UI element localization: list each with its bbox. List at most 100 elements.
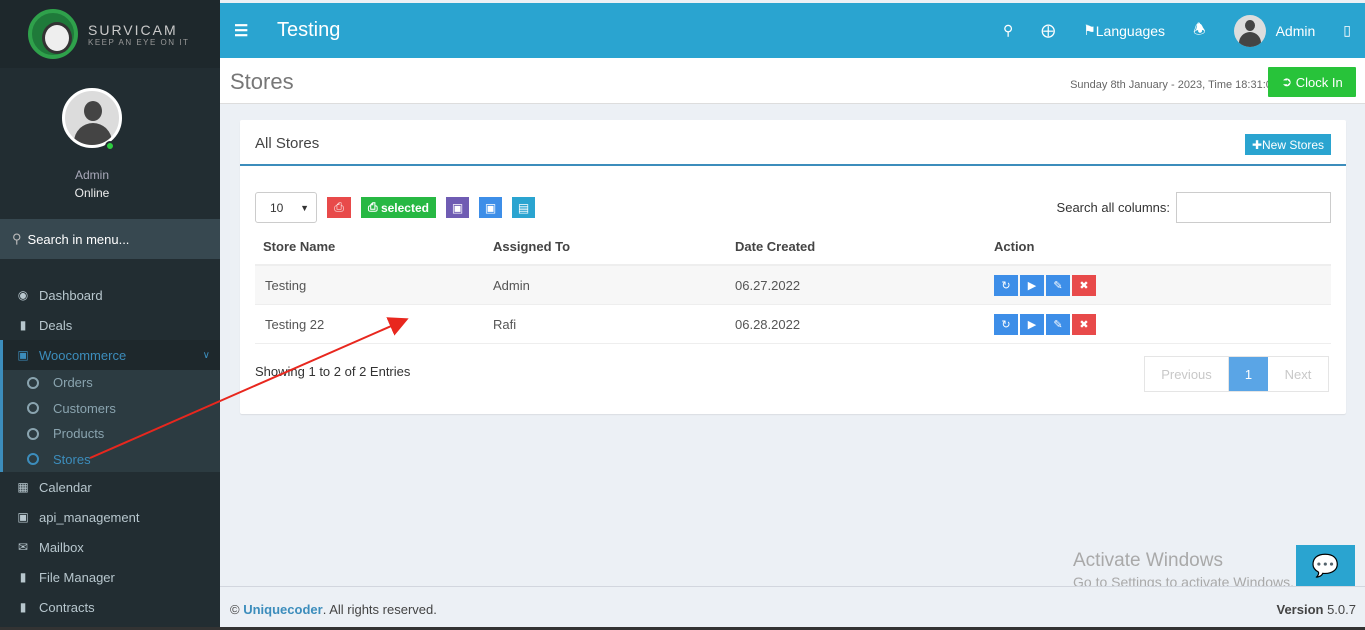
row-actions: ↻ ▶ ✎ ✖: [994, 274, 1331, 296]
trash-icon[interactable]: ✖: [1072, 274, 1096, 296]
edit-icon[interactable]: ✎: [1046, 274, 1070, 296]
print-icon: ⎙: [334, 200, 344, 214]
box-title: All Stores: [255, 135, 320, 152]
sidebar-subitem-orders[interactable]: Orders: [3, 370, 220, 396]
cell-date-created: 06.27.2022: [735, 277, 801, 293]
refresh-icon[interactable]: ↻: [994, 313, 1018, 335]
file-icon: ▮: [19, 570, 27, 584]
app-title: Testing: [277, 19, 341, 41]
stores-box: All Stores ✚ New Stores 10 ▼ ⎙ ⎙ selecte…: [240, 120, 1346, 414]
footer: © Uniquecoder. All rights reserved. Vers…: [220, 586, 1365, 630]
datetime-display: Sunday 8th January - 2023, Time 18:31:07: [1070, 79, 1278, 91]
new-stores-button[interactable]: ✚ New Stores: [1245, 134, 1331, 155]
sidebar-nav: ◉ Dashboard ▮ Deals ▣ Woocommerce ∨ Orde…: [0, 280, 220, 622]
sidebar-item-file-manager[interactable]: ▮ File Manager: [0, 562, 220, 592]
sign-in-icon: ➲: [1281, 74, 1296, 89]
search-icon[interactable]: ⚲: [1003, 22, 1013, 39]
copyright-symbol: ©: [230, 602, 240, 617]
chat-button[interactable]: 💬: [1296, 545, 1355, 586]
excel-file-icon: ▣: [451, 200, 464, 215]
languages-menu[interactable]: ⚑ Languages: [1083, 22, 1165, 39]
chat-icon: 💬: [1311, 552, 1340, 578]
sidebar-subitem-stores[interactable]: Stores: [3, 447, 220, 473]
edit-icon[interactable]: ✎: [1046, 313, 1070, 335]
circle-icon: [27, 453, 39, 466]
print-selected-button[interactable]: ⎙ selected: [361, 197, 436, 218]
search-all-columns-input[interactable]: [1176, 192, 1331, 223]
cell-store-name: Testing 22: [265, 316, 325, 332]
menu-search-input[interactable]: ⚲ Search in menu...: [0, 219, 220, 259]
circle-icon: [27, 427, 39, 440]
search-all-columns-label: Search all columns:: [1056, 200, 1170, 215]
table-row[interactable]: Testing Admin 06.27.2022 ↻ ▶ ✎ ✖: [255, 266, 1331, 305]
column-header-store-name[interactable]: Store Name: [255, 239, 493, 254]
play-icon[interactable]: ▶: [1020, 313, 1044, 335]
chevron-down-icon: ∨: [202, 349, 210, 361]
search-all-columns: Search all columns:: [1057, 192, 1331, 223]
table-toolbar: 10 ▼ ⎙ ⎙ selected ▣ ▣ ▤: [255, 192, 535, 223]
version-number: 5.0.7: [1327, 602, 1356, 617]
page-title: Stores: [230, 69, 294, 94]
windows-activation-watermark: Activate Windows Go to Settings to activ…: [1073, 550, 1294, 590]
cell-date-created: 06.28.2022: [735, 316, 801, 332]
play-icon[interactable]: ▶: [1020, 274, 1044, 296]
user-menu[interactable]: Admin: [1233, 14, 1315, 47]
print-button[interactable]: ⎙: [327, 197, 351, 218]
logo-tagline: KEEP AN EYE ON IT: [88, 37, 190, 47]
plus-circle-icon[interactable]: ⨁: [1041, 22, 1055, 39]
sidebar-subitem-products[interactable]: Products: [3, 421, 220, 447]
pagination: Previous 1 Next: [1144, 356, 1329, 392]
column-header-assigned-to[interactable]: Assigned To: [493, 239, 735, 254]
chevron-down-icon: ▼: [300, 202, 309, 213]
sidebar-item-calendar[interactable]: ▦ Calendar: [0, 472, 220, 502]
page-length-select[interactable]: 10 ▼: [255, 192, 317, 223]
column-header-action: Action: [994, 238, 1035, 254]
pagination-page[interactable]: 1: [1229, 357, 1268, 391]
menu-toggle-icon[interactable]: ☰: [234, 21, 248, 41]
menu-search-placeholder: Search in menu...: [27, 231, 130, 247]
trash-icon[interactable]: ✖: [1072, 313, 1096, 335]
circle-icon: [27, 376, 39, 389]
cell-store-name: Testing: [265, 277, 307, 293]
column-header-date-created[interactable]: Date Created: [735, 239, 994, 254]
avatar: [1233, 14, 1266, 47]
print-icon: ⎙: [368, 200, 381, 214]
search-icon: ⚲: [12, 231, 22, 246]
sidebar-item-contracts[interactable]: ▮ Contracts: [0, 592, 220, 622]
company-link[interactable]: Uniquecoder: [243, 602, 322, 617]
sidebar-toggle-icon[interactable]: ▯: [1343, 22, 1351, 39]
sidebar-item-mailbox[interactable]: ✉ Mailbox: [0, 532, 220, 562]
cell-assigned-to: Admin: [493, 277, 530, 293]
sidebar-item-dashboard[interactable]: ◉ Dashboard: [0, 280, 220, 310]
export-pdf-button[interactable]: ▤: [512, 197, 535, 218]
rights-text: . All rights reserved.: [322, 602, 437, 617]
plus-icon: ✚: [1251, 137, 1263, 152]
calendar-icon: ▦: [17, 480, 29, 494]
dashboard-icon: ◉: [17, 288, 29, 302]
sidebar-item-woocommerce[interactable]: ▣ Woocommerce ∨: [0, 340, 220, 370]
pagination-next[interactable]: Next: [1268, 357, 1328, 391]
refresh-icon[interactable]: ↻: [994, 274, 1018, 296]
bell-icon[interactable]: 🕭: [1193, 19, 1206, 43]
user-status: Online: [74, 186, 110, 200]
table-row[interactable]: Testing 22 Rafi 06.28.2022 ↻ ▶ ✎ ✖: [255, 305, 1331, 344]
export-excel-button[interactable]: ▣: [446, 197, 469, 218]
top-navbar: ☰ Testing ⚲ ⨁ ⚑ Languages 🕭 Admin ▯: [220, 3, 1365, 58]
sidebar: SURVICAM KEEP AN EYE ON IT Admin Online …: [0, 0, 220, 630]
logo[interactable]: SURVICAM KEEP AN EYE ON IT: [0, 0, 220, 68]
sidebar-item-api-management[interactable]: ▣ api_management: [0, 502, 220, 532]
export-csv-button[interactable]: ▣: [479, 197, 502, 218]
sidebar-item-deals[interactable]: ▮ Deals: [0, 310, 220, 340]
user-name: Admin: [74, 168, 109, 182]
woocommerce-submenu: Orders Customers Products Stores: [0, 370, 220, 472]
file-icon: ▮: [19, 600, 27, 614]
pagination-previous[interactable]: Previous: [1145, 357, 1229, 391]
excel-file-icon: ▣: [484, 200, 497, 215]
sidebar-subitem-customers[interactable]: Customers: [3, 396, 220, 422]
table-info: Showing 1 to 2 of 2 Entries: [255, 364, 411, 379]
flag-icon: ⚑: [1083, 22, 1096, 38]
logo-title: SURVICAM: [88, 21, 178, 38]
avatar: [62, 88, 122, 148]
page-header: Stores Sunday 8th January - 2023, Time 1…: [220, 58, 1365, 104]
clock-in-button[interactable]: ➲ Clock In: [1268, 67, 1356, 97]
